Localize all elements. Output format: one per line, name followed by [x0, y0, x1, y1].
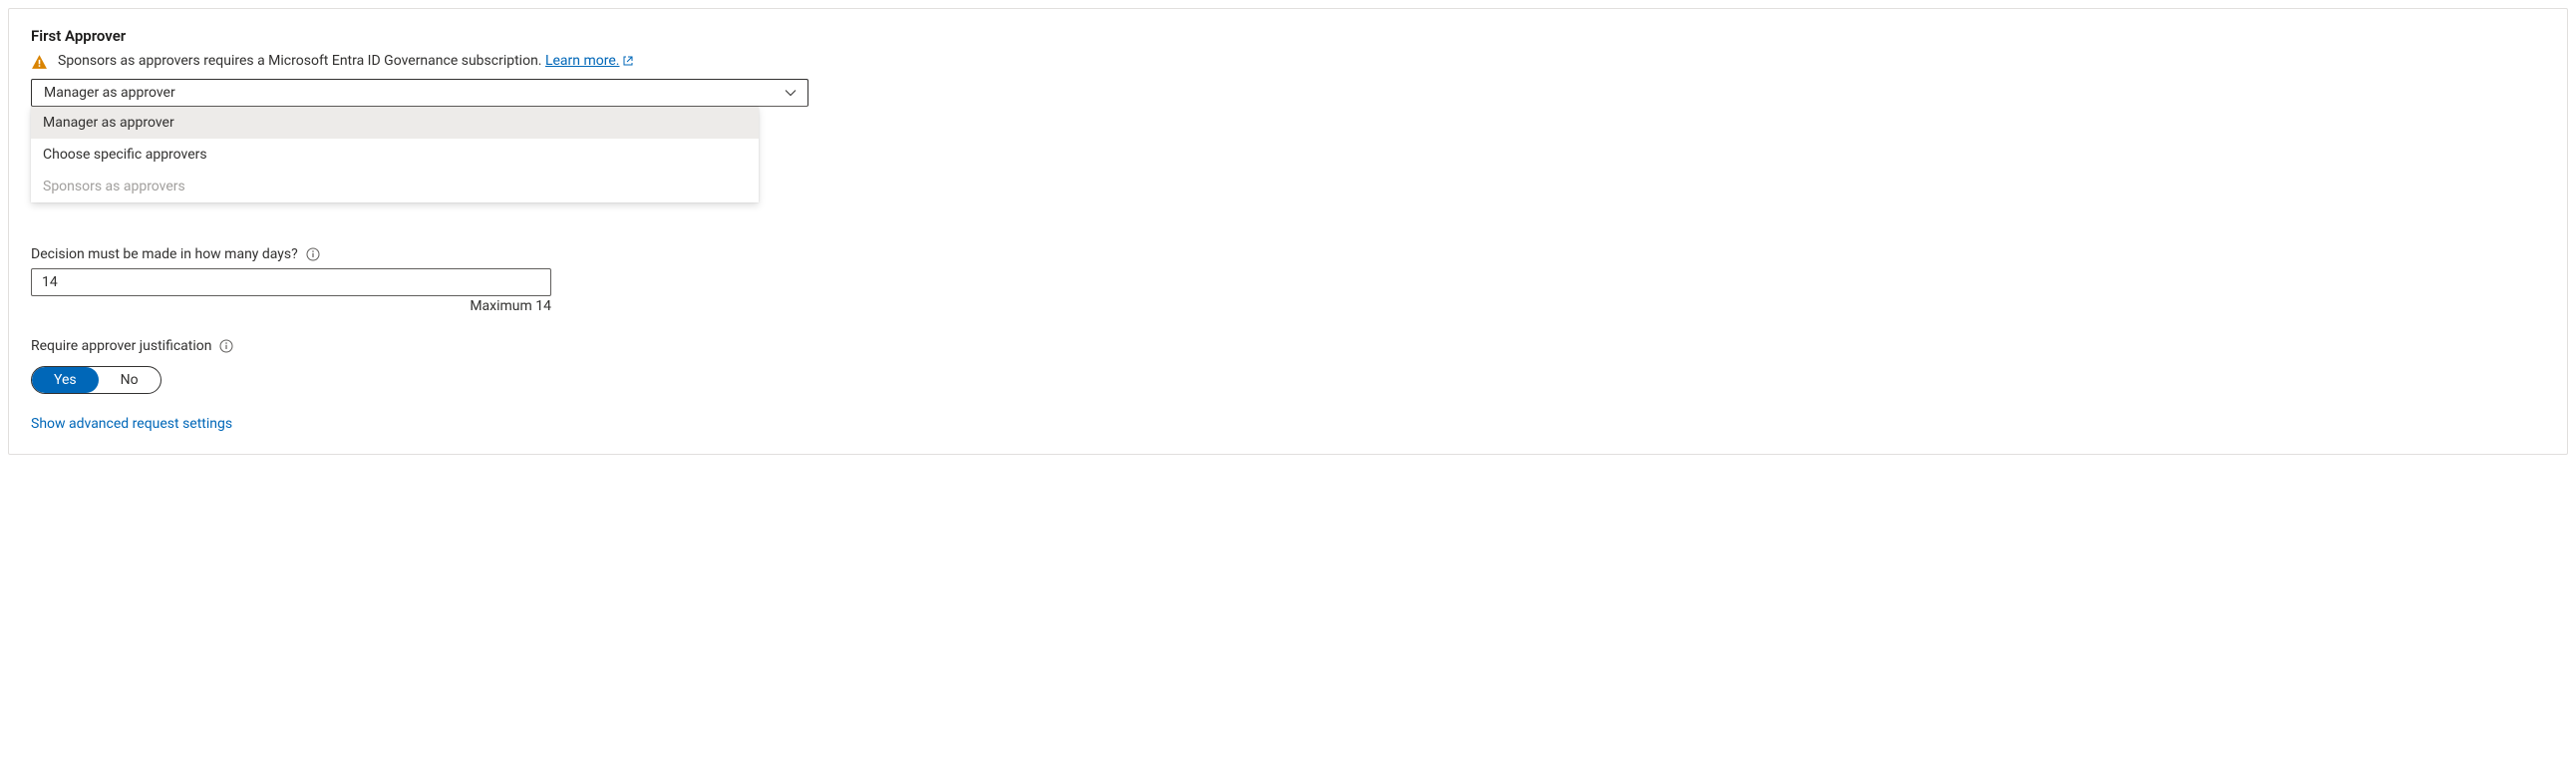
approver-select-value: Manager as approver: [44, 85, 175, 101]
justification-no[interactable]: No: [99, 367, 161, 393]
warning-icon: [31, 54, 48, 71]
section-title: First Approver: [31, 27, 2545, 45]
justification-label: Require approver justification: [31, 338, 211, 354]
decision-days-input[interactable]: [31, 268, 551, 296]
show-advanced-link[interactable]: Show advanced request settings: [31, 416, 232, 432]
advanced-settings-row: Show advanced request settings: [31, 416, 2545, 432]
approver-select-dropdown: Manager as approver Choose specific appr…: [31, 107, 759, 202]
spacer: [31, 210, 2545, 246]
approver-option-specific[interactable]: Choose specific approvers: [31, 139, 759, 171]
decision-days-hint: Maximum 14: [470, 298, 551, 314]
warning-text: Sponsors as approvers requires a Microso…: [58, 53, 634, 71]
learn-more-text: Learn more.: [545, 53, 620, 69]
info-icon[interactable]: [219, 339, 233, 353]
subscription-warning: Sponsors as approvers requires a Microso…: [31, 53, 2545, 71]
first-approver-panel: First Approver Sponsors as approvers req…: [8, 8, 2568, 455]
justification-toggle: Yes No: [31, 366, 161, 394]
decision-days-label: Decision must be made in how many days?: [31, 246, 298, 262]
approver-select-wrap: Manager as approver Manager as approver …: [31, 79, 808, 202]
learn-more-link[interactable]: Learn more.: [545, 53, 634, 69]
info-icon[interactable]: [306, 247, 320, 261]
justification-label-row: Require approver justification: [31, 338, 2545, 354]
approver-select[interactable]: Manager as approver: [31, 79, 808, 107]
justification-yes[interactable]: Yes: [32, 367, 99, 393]
decision-days-hint-row: Maximum 14: [31, 298, 551, 314]
chevron-down-icon: [784, 86, 798, 100]
warning-message: Sponsors as approvers requires a Microso…: [58, 53, 545, 69]
approver-option-manager[interactable]: Manager as approver: [31, 107, 759, 139]
approver-option-sponsors: Sponsors as approvers: [31, 171, 759, 202]
decision-days-label-row: Decision must be made in how many days?: [31, 246, 2545, 262]
external-link-icon: [622, 55, 634, 71]
